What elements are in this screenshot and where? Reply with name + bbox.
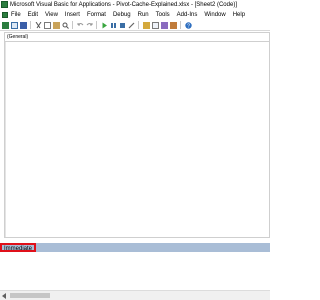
menu-window[interactable]: Window	[204, 12, 225, 18]
toolbar-separator	[180, 21, 181, 29]
object-dropdown[interactable]: (General)	[5, 33, 269, 42]
toolbox-icon[interactable]	[170, 21, 177, 29]
menu-insert[interactable]: Insert	[65, 12, 80, 18]
properties-icon[interactable]	[152, 21, 159, 29]
toolbar-separator	[30, 21, 31, 29]
immediate-window[interactable]	[0, 252, 270, 290]
redo-icon[interactable]	[86, 22, 93, 29]
vba-app-icon	[1, 1, 8, 8]
design-mode-icon[interactable]	[128, 22, 135, 29]
window-title: Microsoft Visual Basic for Applications …	[10, 1, 237, 8]
cut-icon[interactable]	[35, 21, 42, 29]
svg-text:?: ?	[187, 23, 190, 29]
excel-icon[interactable]	[2, 21, 9, 29]
reset-icon[interactable]	[119, 22, 126, 29]
menu-tools[interactable]: Tools	[156, 12, 170, 18]
immediate-window-title: Immediate	[0, 243, 37, 252]
code-window[interactable]: (General)	[4, 32, 270, 238]
menu-edit[interactable]: Edit	[28, 12, 38, 18]
code-editor[interactable]	[5, 42, 270, 237]
scroll-thumb[interactable]	[10, 293, 50, 298]
object-browser-icon[interactable]	[161, 21, 168, 29]
menu-help[interactable]: Help	[233, 12, 245, 18]
horizontal-scrollbar[interactable]	[0, 290, 270, 300]
project-explorer-icon[interactable]	[143, 21, 150, 29]
insert-userform-icon[interactable]	[11, 21, 18, 29]
toolbar-separator	[72, 21, 73, 29]
undo-icon[interactable]	[77, 22, 84, 29]
run-icon[interactable]	[101, 22, 108, 29]
menu-view[interactable]: View	[45, 12, 58, 18]
menu-bar: File Edit View Insert Format Debug Run T…	[0, 10, 270, 19]
save-icon[interactable]	[20, 21, 27, 29]
menu-run[interactable]: Run	[138, 12, 149, 18]
standard-toolbar: ?	[0, 20, 270, 31]
toolbar-separator	[138, 21, 139, 29]
menu-file[interactable]: File	[11, 12, 21, 18]
menu-debug[interactable]: Debug	[113, 12, 131, 18]
title-bar: Microsoft Visual Basic for Applications …	[0, 0, 270, 9]
excel-icon[interactable]	[2, 11, 8, 18]
menu-add-ins[interactable]: Add-Ins	[177, 12, 198, 18]
copy-icon[interactable]	[44, 21, 51, 29]
paste-icon[interactable]	[53, 21, 60, 29]
find-icon[interactable]	[62, 22, 69, 29]
scroll-left-icon[interactable]	[2, 293, 6, 299]
help-icon[interactable]: ?	[185, 21, 192, 29]
break-icon[interactable]	[110, 22, 117, 29]
immediate-window-header: Immediate	[0, 243, 270, 252]
toolbar-separator	[96, 21, 97, 29]
menu-format[interactable]: Format	[87, 12, 106, 18]
